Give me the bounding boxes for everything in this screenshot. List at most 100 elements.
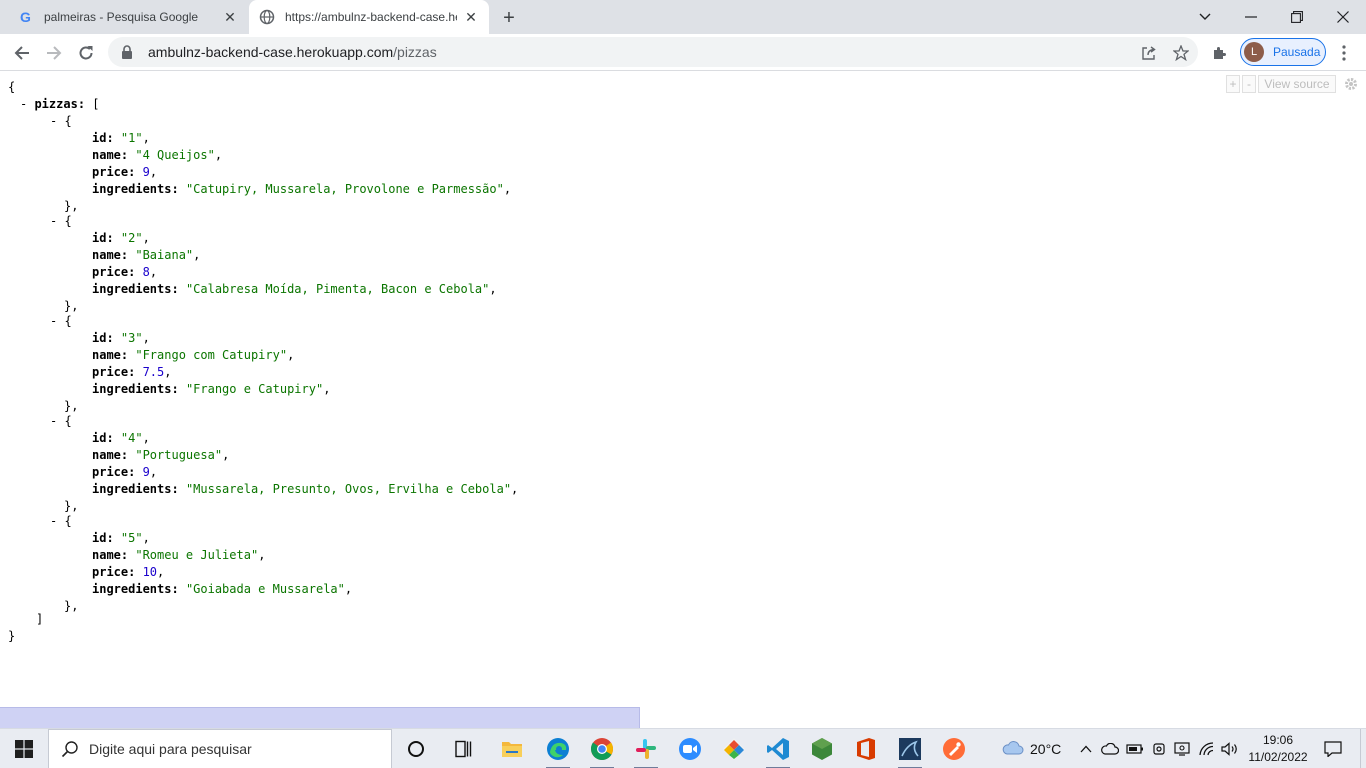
view-source-button[interactable]: View source [1258, 75, 1336, 93]
edge-icon[interactable] [536, 729, 580, 768]
display-settings-icon[interactable] [1172, 729, 1192, 768]
json-comma: , [489, 282, 497, 296]
profile-button[interactable]: L Pausada [1240, 38, 1326, 66]
json-colon: : [106, 231, 121, 245]
collapse-toggle[interactable]: - [50, 514, 64, 528]
extensions-puzzle-icon[interactable] [1208, 42, 1232, 64]
json-colon: : [128, 465, 143, 479]
chevron-up-icon[interactable] [1076, 729, 1096, 768]
widgets-icon[interactable] [441, 729, 485, 768]
json-field-line: name: "Romeu e Julieta", [92, 547, 265, 564]
gear-icon[interactable] [1342, 75, 1360, 93]
reload-button[interactable] [72, 39, 100, 67]
taskbar-search[interactable]: Digite aqui para pesquisar [48, 729, 392, 768]
close-icon[interactable]: ✕ [463, 9, 479, 25]
office-icon[interactable] [844, 729, 888, 768]
json-comma: , [511, 482, 519, 496]
json-field-line: ingredients: "Frango e Catupiry", [92, 381, 330, 398]
json-key: price [92, 365, 129, 379]
json-value-ingredients: "Goiabada e Mussarela" [185, 582, 345, 596]
json-colon: : [106, 431, 121, 445]
weather-widget[interactable]: 20°C [1002, 729, 1061, 768]
json-comma: , [142, 531, 150, 545]
json-object-open: - { [50, 313, 72, 330]
share-icon[interactable] [1138, 42, 1160, 64]
collapse-toggle[interactable]: - [50, 114, 64, 128]
minimize-button[interactable] [1228, 0, 1274, 34]
json-brace: { [64, 414, 72, 428]
back-button[interactable] [8, 39, 36, 67]
json-colon: : [120, 348, 136, 362]
battery-charging-icon[interactable] [1125, 729, 1145, 768]
restore-button[interactable] [1274, 0, 1320, 34]
clock-time: 19:06 [1262, 733, 1294, 747]
new-tab-button[interactable]: + [498, 7, 520, 29]
close-window-button[interactable] [1320, 0, 1366, 34]
nodejs-icon[interactable] [800, 729, 844, 768]
lock-icon[interactable] [120, 45, 134, 59]
postman-icon[interactable] [932, 729, 976, 768]
kebab-menu-icon[interactable] [1334, 42, 1354, 64]
clock-date: 11/02/2022 [1248, 750, 1308, 764]
json-key: name [92, 548, 121, 562]
forward-button[interactable] [40, 39, 68, 67]
address-bar[interactable]: ambulnz-backend-case.herokuapp.com/pizza… [108, 37, 1198, 67]
chrome-icon[interactable] [580, 729, 624, 768]
taskbar-clock[interactable]: 19:06 11/02/2022 [1244, 732, 1312, 766]
json-colon: : [120, 448, 136, 462]
json-comma: , [142, 331, 150, 345]
json-comma: , [149, 265, 158, 279]
expand-all-button[interactable]: + [1226, 75, 1240, 93]
google-icon: G [18, 9, 34, 25]
show-desktop-button[interactable] [1360, 729, 1366, 768]
json-key: name [92, 348, 121, 362]
json-brace: { [64, 314, 72, 328]
json-value-name: "4 Queijos" [135, 148, 215, 162]
wifi-icon[interactable] [1197, 729, 1217, 768]
notifications-icon[interactable] [1318, 729, 1348, 768]
collapse-toggle[interactable]: - [20, 97, 34, 111]
json-key: price [92, 465, 129, 479]
collapse-toggle[interactable]: - [50, 414, 64, 428]
onedrive-cloud-icon[interactable] [1100, 729, 1120, 768]
collapse-toggle[interactable]: - [50, 314, 64, 328]
git-icon[interactable] [712, 729, 756, 768]
json-field-line: ingredients: "Calabresa Moída, Pimenta, … [92, 281, 497, 298]
json-object-open: - { [50, 213, 72, 230]
bookmark-star-icon[interactable] [1170, 42, 1192, 64]
zoom-icon[interactable] [668, 729, 712, 768]
tab-search-chevron-icon[interactable] [1182, 0, 1228, 34]
json-value-price: 9 [142, 165, 150, 179]
volume-icon[interactable] [1220, 729, 1240, 768]
tab-active-pizzas[interactable]: https://ambulnz-backend-case.herokuapp.c… [249, 0, 489, 34]
json-object-open: - { [50, 513, 72, 530]
json-object-close: }, [64, 599, 79, 613]
json-key: id [92, 331, 107, 345]
collapse-all-button[interactable]: - [1242, 75, 1256, 93]
json-comma: , [258, 548, 266, 562]
start-button[interactable] [0, 729, 48, 768]
slack-icon[interactable] [624, 729, 668, 768]
json-value-name: "Baiana" [135, 248, 194, 262]
camera-device-icon[interactable] [1149, 729, 1169, 768]
json-value-id: "4" [120, 431, 143, 445]
json-object-open: - { [50, 113, 72, 130]
json-field-line: id: "3", [92, 330, 150, 347]
search-icon [61, 740, 79, 758]
file-explorer-icon[interactable] [490, 729, 534, 768]
tab-google-search[interactable]: G palmeiras - Pesquisa Google ✕ [8, 0, 248, 34]
json-colon: : [120, 148, 136, 162]
json-value-ingredients: "Mussarela, Presunto, Ovos, Ervilha e Ce… [185, 482, 512, 496]
json-field-line: price: 10, [92, 564, 164, 581]
json-value-id: "1" [120, 131, 143, 145]
json-key: pizzas [34, 97, 78, 111]
url-text[interactable]: ambulnz-backend-case.herokuapp.com/pizza… [148, 44, 437, 60]
globe-icon [259, 9, 275, 25]
json-brace: { [64, 514, 72, 528]
collapse-toggle[interactable]: - [50, 214, 64, 228]
mysql-workbench-icon[interactable] [888, 729, 932, 768]
close-icon[interactable]: ✕ [222, 9, 238, 25]
task-view-icon[interactable] [394, 729, 438, 768]
json-field-line: price: 9, [92, 164, 157, 181]
vscode-icon[interactable] [756, 729, 800, 768]
